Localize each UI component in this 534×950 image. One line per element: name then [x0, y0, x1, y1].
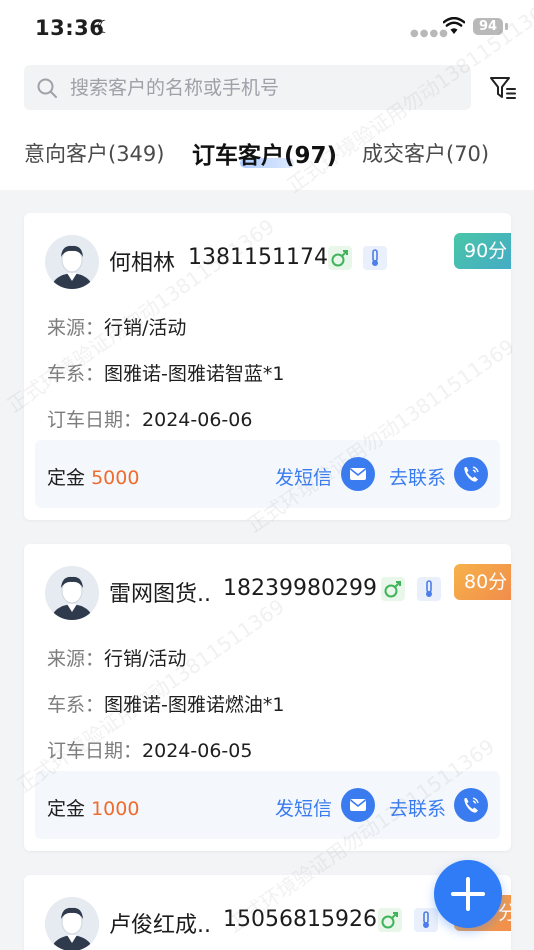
deposit-amount: 1000 [91, 798, 140, 820]
card-footer: 定金 5000 发短信 去联系 [35, 440, 500, 508]
search-bar[interactable] [24, 65, 471, 110]
plus-icon [451, 877, 485, 911]
moon-icon: ☾ [96, 17, 113, 38]
phone-icon[interactable] [454, 788, 488, 822]
contact-button[interactable]: 去联系 [389, 794, 446, 821]
search-icon [37, 78, 57, 98]
customer-name: 何相林 [109, 251, 176, 276]
order-date-row: 订车日期：2024-06-05 [47, 736, 252, 763]
avatar [45, 235, 99, 289]
deposit: 定金 1000 [47, 794, 139, 821]
battery-icon: 94 [473, 18, 503, 35]
source-row: 来源：行销/活动 [47, 313, 186, 340]
battery-cap [505, 23, 508, 30]
score-badge-fold [510, 889, 511, 897]
deposit-amount: 5000 [91, 467, 140, 489]
source-row: 来源：行销/活动 [47, 644, 186, 671]
card-footer: 定金 1000 发短信 去联系 [35, 771, 500, 839]
contact-button[interactable]: 去联系 [389, 463, 446, 490]
phone-icon[interactable] [454, 457, 488, 491]
customer-phone[interactable]: 18239980299 [223, 576, 377, 601]
customer-name: 卢俊红成.. [109, 913, 211, 938]
tab-deal-customers[interactable]: 成交客户(70) [362, 138, 489, 168]
customer-card[interactable]: 雷网图货.. 18239980299 80分 来源：行销/活动 车系：图雅诺-图… [24, 544, 511, 851]
series-label: 车系： [47, 694, 105, 716]
order-date-row: 订车日期：2024-06-06 [47, 405, 252, 432]
customer-name: 雷网图货.. [109, 582, 211, 607]
tab-order-customers[interactable]: 订车客户(97) [192, 136, 337, 170]
order-date-label: 订车日期： [47, 740, 143, 762]
score-badge: 80分 [454, 564, 511, 600]
male-icon [378, 908, 402, 932]
send-sms-button[interactable]: 发短信 [275, 463, 332, 490]
status-bar: 13:36 ☾ ●●●● 94 [0, 0, 534, 58]
status-time: 13:36 [35, 16, 105, 40]
customer-phone[interactable]: 13811511748 [188, 245, 342, 270]
order-date-value: 2024-06-06 [142, 409, 253, 431]
header-area: 13:36 ☾ ●●●● 94 意向客户(349) 订车客户(97) 成交客户(… [0, 0, 534, 190]
message-icon[interactable] [341, 788, 375, 822]
deposit-label: 定金 [47, 467, 86, 489]
thermometer-icon [417, 577, 441, 601]
series-row: 车系：图雅诺-图雅诺燃油*1 [47, 690, 284, 717]
score-badge: 90分 [454, 233, 511, 269]
source-value: 行销/活动 [104, 648, 187, 670]
male-icon [381, 577, 405, 601]
series-row: 车系：图雅诺-图雅诺智蓝*1 [47, 359, 284, 386]
customer-card[interactable]: 何相林 13811511748 90分 来源：行销/活动 车系：图雅诺-图雅诺智… [24, 213, 511, 520]
message-icon[interactable] [341, 457, 375, 491]
search-input[interactable] [70, 65, 460, 110]
avatar [45, 897, 99, 950]
score-badge-fold [510, 558, 511, 566]
deposit: 定金 5000 [47, 463, 139, 490]
male-icon [328, 246, 352, 270]
deposit-label: 定金 [47, 798, 86, 820]
order-date-value: 2024-06-05 [142, 740, 253, 762]
wifi-icon [443, 17, 465, 34]
send-sms-button[interactable]: 发短信 [275, 794, 332, 821]
source-value: 行销/活动 [104, 317, 187, 339]
series-value: 图雅诺-图雅诺智蓝*1 [104, 363, 285, 385]
series-value: 图雅诺-图雅诺燃油*1 [104, 694, 285, 716]
add-customer-button[interactable] [434, 860, 502, 928]
filter-icon[interactable] [488, 73, 518, 103]
thermometer-icon [363, 246, 387, 270]
customer-phone[interactable]: 15056815926 [223, 907, 377, 932]
source-label: 来源： [47, 317, 105, 339]
source-label: 来源： [47, 648, 105, 670]
series-label: 车系： [47, 363, 105, 385]
avatar [45, 566, 99, 620]
score-badge-fold [510, 227, 511, 235]
order-date-label: 订车日期： [47, 409, 143, 431]
tab-intent-customers[interactable]: 意向客户(349) [24, 138, 164, 168]
